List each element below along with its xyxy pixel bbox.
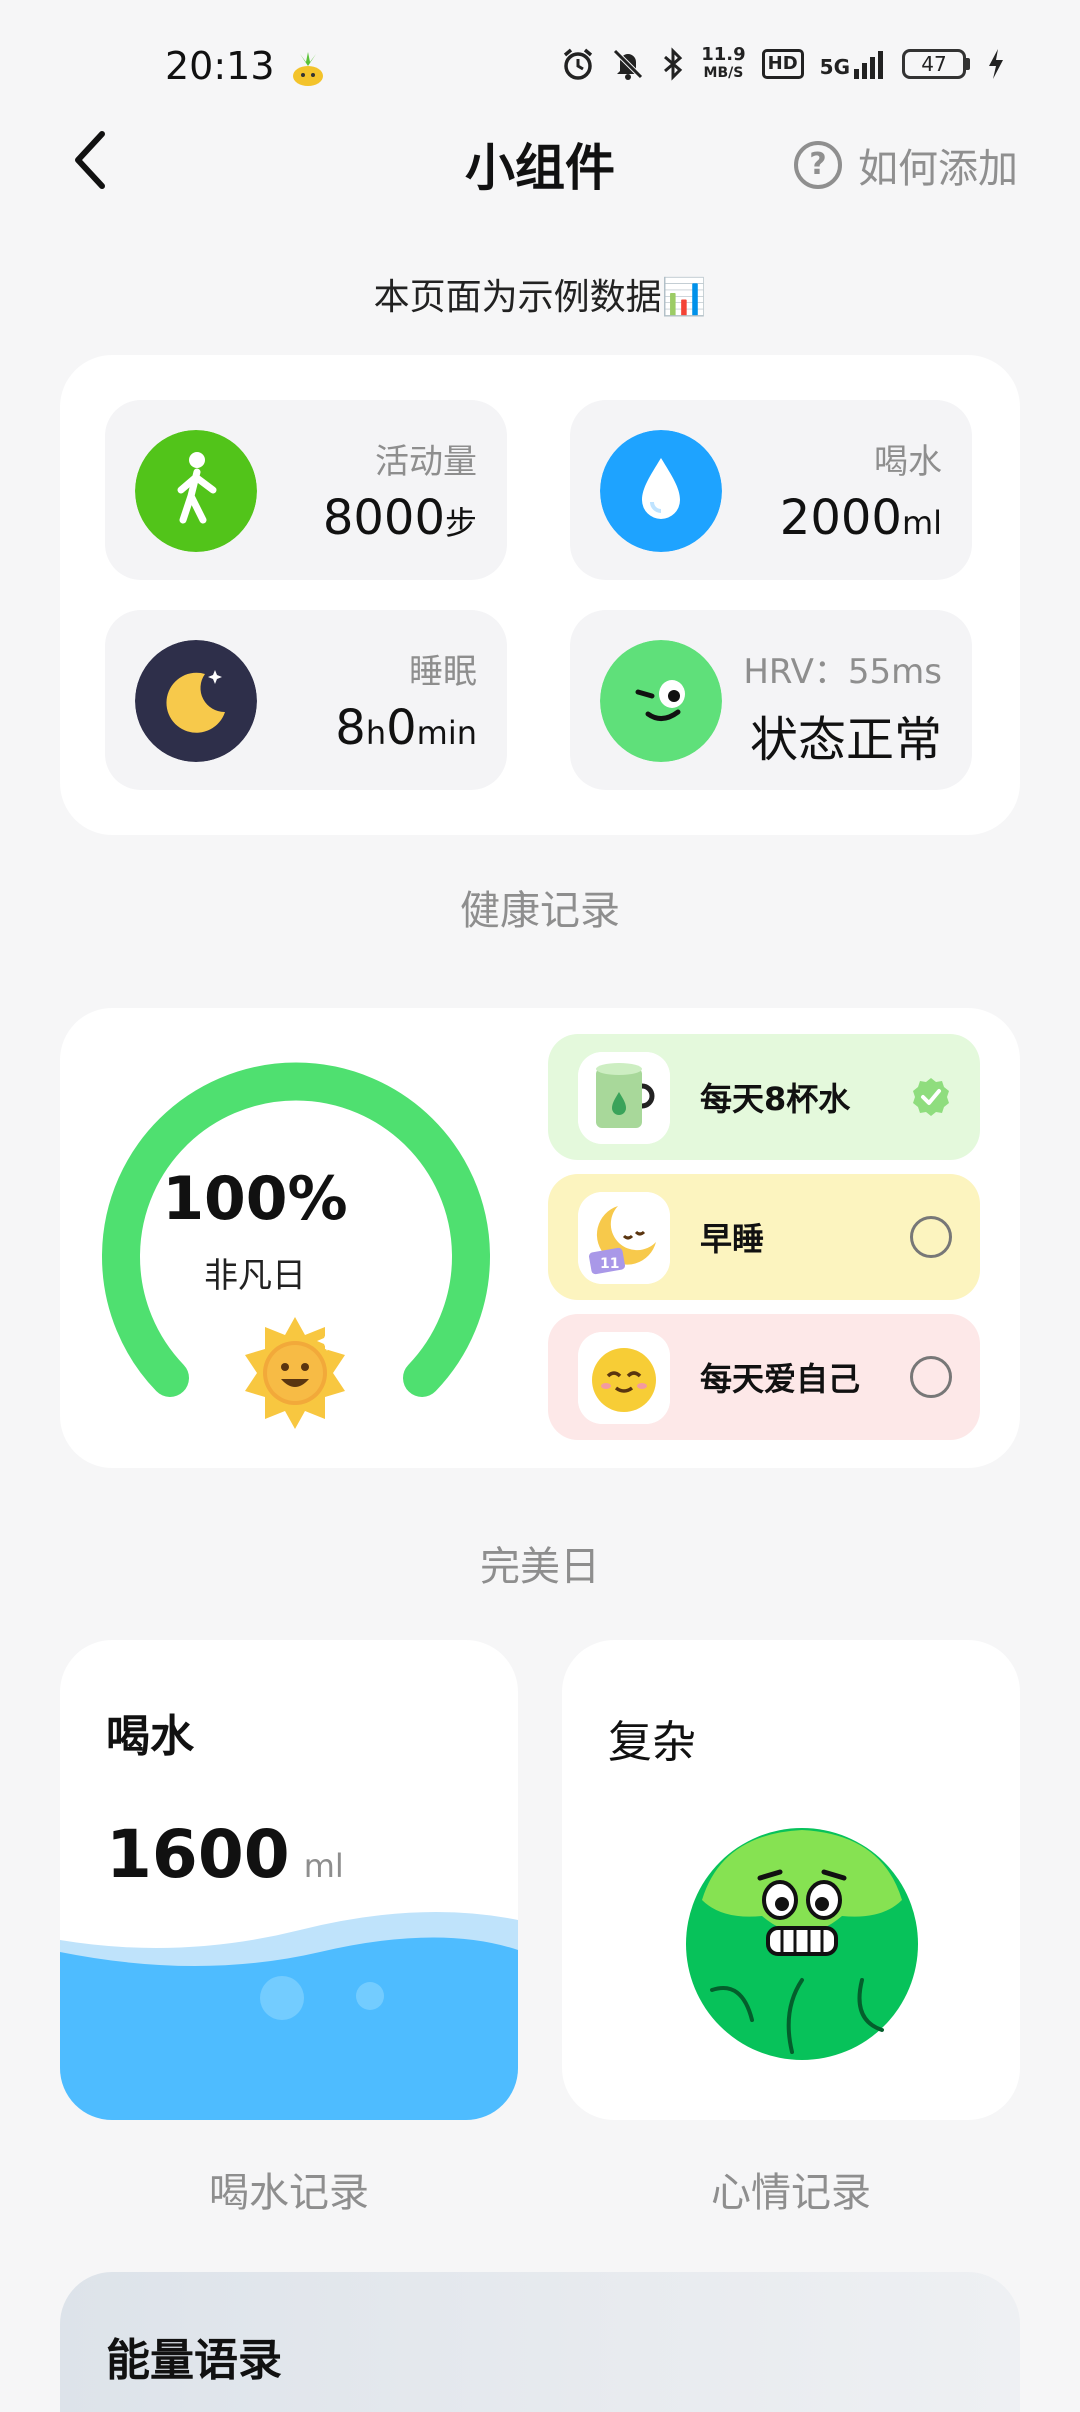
- sleep-value: 8h0min: [335, 700, 477, 756]
- signal-type: 5G: [819, 55, 850, 79]
- mood-record-caption: 心情记录: [711, 2170, 871, 2216]
- sample-data-note: 本页面为示例数据📊: [373, 277, 707, 318]
- status-time: 20:13: [165, 44, 275, 88]
- health-record-widget[interactable]: 活动量 8000步 喝水 2000ml 睡眠 8h0min HRV：55ms 状…: [60, 355, 1020, 835]
- habit-label: 每天8杯水: [700, 1080, 851, 1118]
- energy-quote-widget[interactable]: 能量语录: [60, 2272, 1020, 2412]
- hrv-status: 状态正常: [749, 712, 942, 768]
- water-value: 2000ml: [779, 490, 942, 546]
- status-icons: 11.9 MB/S HD 5G 47: [561, 46, 1006, 82]
- how-to-add-button[interactable]: ? 如何添加: [794, 136, 1018, 194]
- charging-icon: [989, 49, 1003, 79]
- sun-face-icon: [245, 1317, 345, 1429]
- water-amount: 1600 ml: [106, 1816, 344, 1893]
- battery-level: 47: [902, 49, 966, 79]
- cabbage-mood-icon: [686, 1828, 918, 2060]
- habit-label: 每天爱自己: [700, 1360, 861, 1398]
- energy-quote-title: 能量语录: [106, 2335, 282, 2386]
- water-wave: [60, 1912, 518, 2120]
- water-widget-title: 喝水: [106, 1711, 194, 1762]
- network-speed-unit: MB/S: [703, 65, 744, 81]
- help-icon: ?: [794, 141, 842, 189]
- water-tile[interactable]: 喝水 2000ml: [570, 400, 972, 580]
- unchecked-circle-icon[interactable]: [910, 1216, 952, 1258]
- svg-text:11: 11: [600, 1256, 619, 1272]
- moon-icon: [135, 640, 257, 762]
- unchecked-circle-icon[interactable]: [910, 1356, 952, 1398]
- hrv-tile[interactable]: HRV：55ms 状态正常: [570, 610, 972, 790]
- app-notification-icon: [293, 52, 323, 86]
- signal-bars-icon: [854, 51, 883, 79]
- perfect-day-caption: 完美日: [480, 1544, 600, 1590]
- network-speed: 11.9 MB/S: [701, 46, 745, 82]
- habit-love-yourself[interactable]: 每天爱自己: [548, 1314, 980, 1440]
- sleep-tile[interactable]: 睡眠 8h0min: [105, 610, 507, 790]
- signal-indicator: 5G: [820, 49, 886, 79]
- network-speed-value: 11.9: [701, 44, 746, 65]
- water-record-caption: 喝水记录: [209, 2170, 369, 2216]
- mood-title: 复杂: [608, 1717, 696, 1768]
- habit-drink-water[interactable]: 每天8杯水: [548, 1034, 980, 1160]
- mood-widget[interactable]: 复杂: [562, 1640, 1020, 2120]
- habit-sleep-early[interactable]: 11 早睡: [548, 1174, 980, 1300]
- hrv-face-icon: [600, 640, 722, 762]
- water-unit: ml: [303, 1847, 344, 1885]
- mute-icon: [613, 49, 643, 80]
- habit-label: 早睡: [700, 1220, 765, 1258]
- water-drop-icon: [600, 430, 722, 552]
- hd-badge: HD: [761, 49, 804, 79]
- activity-value: 8000步: [322, 490, 477, 546]
- water-widget[interactable]: 喝水 1600 ml: [60, 1640, 518, 2120]
- activity-tile[interactable]: 活动量 8000步: [105, 400, 507, 580]
- alarm-icon: [564, 48, 593, 80]
- how-to-add-label: 如何添加: [858, 146, 1018, 192]
- hrv-label: HRV：55ms: [743, 652, 942, 692]
- checked-icon[interactable]: [910, 1076, 952, 1118]
- completion-percent: 100%: [162, 1164, 348, 1234]
- water-cup-icon: [578, 1052, 670, 1144]
- perfect-day-widget[interactable]: 100% 非凡日 每天8杯水 11 早睡 每天爱自己: [60, 1008, 1020, 1468]
- water-label: 喝水: [874, 442, 942, 482]
- walking-icon: [135, 430, 257, 552]
- day-rating: 非凡日: [204, 1256, 306, 1296]
- health-record-caption: 健康记录: [460, 888, 620, 934]
- battery-indicator: 47: [902, 49, 970, 79]
- sleepy-moon-icon: 11: [578, 1192, 670, 1284]
- bluetooth-icon: [664, 47, 683, 81]
- sleep-label: 睡眠: [409, 652, 477, 692]
- happy-face-icon: [578, 1332, 670, 1424]
- activity-label: 活动量: [375, 442, 477, 482]
